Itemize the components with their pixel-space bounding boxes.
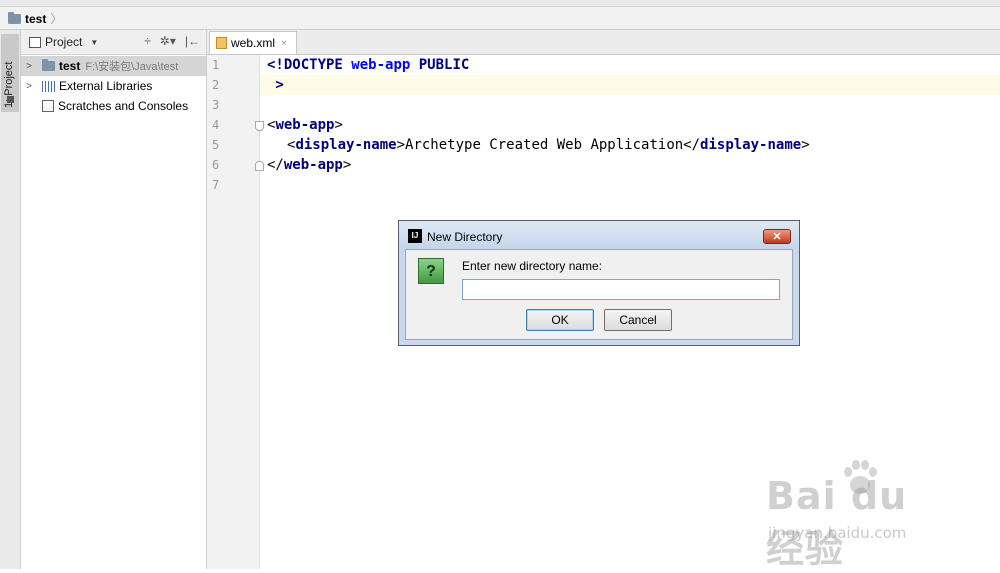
tree-item-path: F:\安装包\Java\test xyxy=(85,61,179,73)
project-panel-tools: ÷ ✲▾ |← xyxy=(144,34,200,48)
current-line-highlight xyxy=(260,75,1000,95)
breadcrumb[interactable]: test 〉 xyxy=(8,10,62,27)
settings-gear-icon[interactable]: ✲▾ xyxy=(160,34,176,48)
tree-item-label: test xyxy=(59,59,81,73)
folder-icon xyxy=(8,11,21,24)
dialog-prompt: Enter new directory name: xyxy=(462,259,603,273)
project-panel: Project ▼ ÷ ✲▾ |← > test F:\安装包\Java\tes… xyxy=(21,30,207,569)
tree-item-label: External Libraries xyxy=(59,79,153,93)
tree-item-label: Scratches and Consoles xyxy=(58,99,189,113)
line-number: 2 xyxy=(212,78,220,92)
line-number: 6 xyxy=(212,158,220,172)
dialog-title: New Directory xyxy=(427,230,503,244)
cancel-button[interactable]: Cancel xyxy=(604,309,672,331)
project-tool-tab[interactable]: 1: Project xyxy=(1,34,19,112)
close-icon[interactable]: ✕ xyxy=(763,229,791,244)
tab-web-xml[interactable]: web.xml × xyxy=(209,31,297,54)
collapse-all-icon[interactable]: ÷ xyxy=(144,34,151,48)
project-tree: > test F:\安装包\Java\test > External Libra… xyxy=(21,56,206,116)
chevron-right-icon: 〉 xyxy=(50,12,63,26)
xml-file-icon xyxy=(216,37,227,49)
directory-name-input[interactable] xyxy=(462,279,780,300)
close-tab-icon[interactable]: × xyxy=(281,38,287,49)
expand-arrow-icon[interactable]: > xyxy=(22,81,36,92)
code-line-5: <display-name>Archetype Created Web Appl… xyxy=(287,137,810,153)
project-view-icon xyxy=(29,36,41,48)
project-view-selector[interactable]: Project ▼ xyxy=(29,35,98,49)
code-line-6: </web-app> xyxy=(267,157,352,173)
project-tool-icon xyxy=(7,96,14,103)
editor-tab-bar: web.xml × xyxy=(207,30,1000,55)
dialog-title-bar[interactable]: IJ New Directory ✕ xyxy=(399,221,799,249)
breadcrumb-project[interactable]: test xyxy=(25,12,46,26)
intellij-logo-icon: IJ xyxy=(408,229,422,243)
module-folder-icon xyxy=(42,59,55,71)
line-number: 1 xyxy=(212,58,220,72)
chevron-down-icon: ▼ xyxy=(90,37,99,47)
tree-item-scratches[interactable]: Scratches and Consoles xyxy=(21,96,206,116)
code-line-1: <!DOCTYPE web-app PUBLIC xyxy=(267,57,470,73)
line-number: 5 xyxy=(212,138,220,152)
libraries-icon xyxy=(42,80,55,92)
navigation-bar: test 〉 xyxy=(0,7,1000,30)
scratches-icon xyxy=(42,100,54,112)
code-line-4: <web-app> xyxy=(267,117,343,133)
dialog-body: ? Enter new directory name: OK Cancel xyxy=(405,249,793,340)
menu-bar xyxy=(0,0,1000,7)
left-tool-strip: 1: Project xyxy=(0,30,21,569)
new-directory-dialog: IJ New Directory ✕ ? Enter new directory… xyxy=(398,220,800,346)
project-panel-title: Project xyxy=(45,35,83,49)
line-number: 3 xyxy=(212,98,220,112)
tree-item-test[interactable]: > test F:\安装包\Java\test xyxy=(21,56,206,76)
line-number-gutter: 1 2 3 4 5 6 7 xyxy=(207,55,264,569)
tab-label: web.xml xyxy=(231,36,276,50)
hide-panel-icon[interactable]: |← xyxy=(185,34,200,48)
ok-button[interactable]: OK xyxy=(526,309,594,331)
line-number: 7 xyxy=(212,178,220,192)
project-panel-header: Project ▼ ÷ ✲▾ |← xyxy=(21,30,206,55)
tree-item-external-libraries[interactable]: > External Libraries xyxy=(21,76,206,96)
question-icon: ? xyxy=(418,258,444,284)
code-line-2: > xyxy=(267,77,284,93)
line-number: 4 xyxy=(212,118,220,132)
expand-arrow-icon[interactable]: > xyxy=(22,61,36,72)
